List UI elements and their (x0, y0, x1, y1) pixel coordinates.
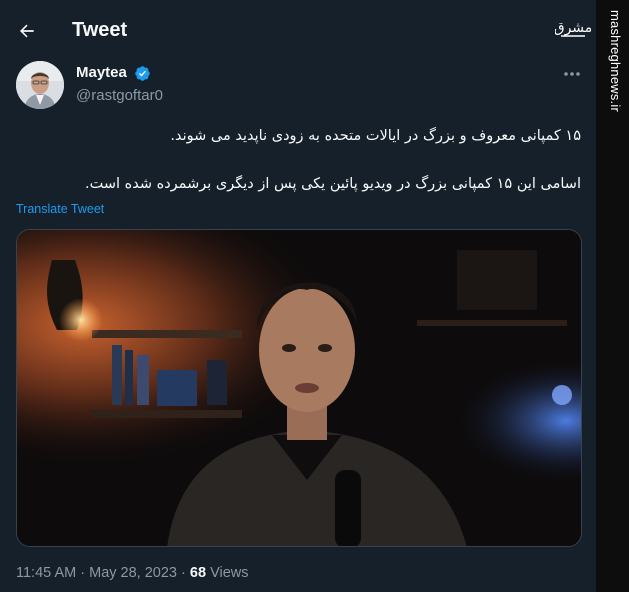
meta-separator: · (80, 565, 86, 581)
video-frame (17, 230, 581, 546)
verified-badge-icon (135, 66, 150, 81)
mashregh-logo: مشرق (555, 20, 591, 37)
views-label: Views (210, 565, 249, 581)
author-display-name[interactable]: Maytea (76, 64, 127, 81)
back-button[interactable] (10, 14, 44, 48)
back-arrow-icon (20, 24, 34, 38)
tweet-text-line: ۱۵ کمپانی معروف و بزرگ در ایالات متحده ب… (170, 128, 581, 144)
more-options-button[interactable] (558, 63, 586, 85)
video-player[interactable] (16, 229, 582, 547)
watermark-logo-text: مشرق (555, 20, 591, 36)
translate-tweet-link[interactable]: Translate Tweet (16, 202, 104, 216)
avatar[interactable] (16, 61, 64, 109)
avatar-photo (16, 61, 64, 109)
author-handle[interactable]: @rastgoftar0 (76, 87, 163, 104)
page-title: Tweet (72, 19, 128, 41)
tweet-time[interactable]: 11:45 AM (16, 565, 76, 581)
meta-separator: · (181, 565, 186, 581)
page-header: Tweet (0, 0, 596, 62)
tweet-meta: 11:45 AM · May 28, 2023 · 68 Views (16, 565, 248, 581)
more-options-icon (564, 72, 580, 76)
tweet-page: Tweet Maytea @rastgoftar0 ۱۵ کمپانی معرو… (0, 0, 596, 592)
watermark-site: mashreghnews.ir (608, 10, 623, 112)
tweet-text-line: اسامی این ۱۵ کمپانی بزرگ در ویدیو پائین … (85, 176, 581, 192)
tweet-date[interactable]: May 28, 2023 (89, 565, 177, 581)
views-count: 68 (189, 565, 207, 581)
